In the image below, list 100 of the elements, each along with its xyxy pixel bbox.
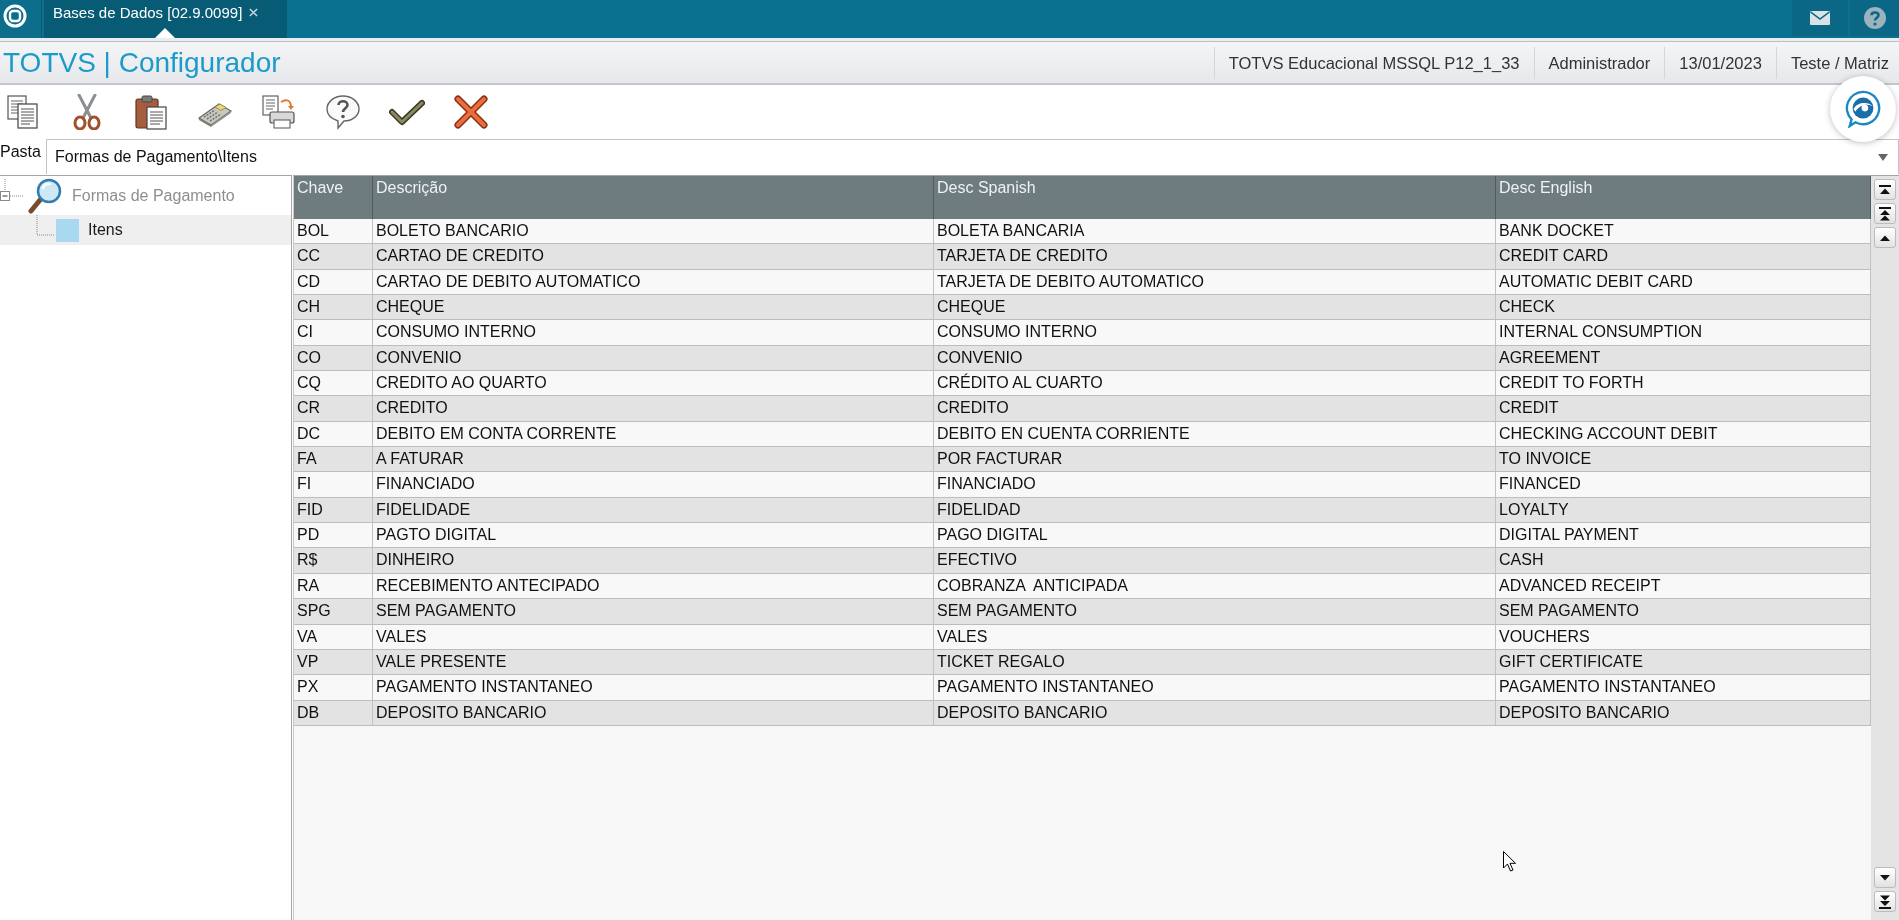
scroll-top-button[interactable] [1874, 179, 1896, 200]
table-cell: EFECTIVO [934, 548, 1496, 573]
vertical-scrollbar[interactable] [1871, 176, 1899, 920]
mail-button[interactable] [1792, 0, 1848, 36]
table-row[interactable]: DB DEPOSITO BANCARIO DEPOSITO BANCARIO DEPOSITO BANCARIO [294, 700, 1871, 726]
table-cell: FA [294, 447, 373, 472]
table-row[interactable]: FID FIDELIDADE FIDELIDAD LOYALTY [294, 497, 1871, 524]
table-cell: PD [294, 523, 373, 548]
table-cell: VP [294, 649, 373, 675]
table-cell: PAGO DIGITAL [934, 523, 1496, 548]
table-cell: POR FACTURAR [934, 447, 1496, 472]
down-arrow-icon [1879, 874, 1891, 881]
table-cell: FIDELIDAD [934, 497, 1496, 523]
tab[interactable]: Bases de Dados [02.9.0099] [44, 0, 287, 38]
table-cell: CONVENIO [373, 345, 934, 371]
table-cell: VALES [934, 624, 1496, 649]
print-button[interactable] [261, 94, 297, 130]
table-row[interactable]: CR CREDITO CREDITO CREDIT [294, 396, 1871, 422]
table-cell: CC [294, 244, 373, 269]
app-title: TOTVS | Configurador [2, 45, 281, 80]
table-cell: PAGAMENTO INSTANTANEO [373, 675, 934, 700]
folder-label: Pasta [0, 142, 42, 162]
table-row[interactable]: CH CHEQUE CHEQUE CHECK [294, 295, 1871, 321]
table-cell: CONSUMO INTERNO [934, 320, 1496, 345]
mail-icon [1810, 11, 1830, 25]
table-cell: FID [294, 497, 373, 523]
table-cell: CR [294, 396, 373, 421]
table-cell: VA [294, 624, 373, 649]
table-cell: CI [294, 320, 373, 345]
table-row[interactable]: CQ CREDITO AO QUARTO CRÉDITO AL CUARTO CREDIT TO FORTH [294, 371, 1871, 397]
cancel-button[interactable] [453, 94, 489, 130]
table-row[interactable]: BOL BOLETO BANCARIO BOLETA BANCARIA BANK DOCKET [294, 219, 1871, 245]
table-row[interactable]: FA A FATURAR POR FACTURAR TO INVOICE [294, 447, 1871, 473]
table-cell: CREDITO [934, 396, 1496, 421]
table-cell: TICKET REGALO [934, 649, 1496, 675]
session-info-text: TOTVS Educacional MSSQL P12_1_33 [1213, 46, 1534, 79]
table-row[interactable]: FI FINANCIADO FINANCIADO FINANCED [294, 472, 1871, 498]
close-icon[interactable] [249, 8, 259, 17]
tree-item[interactable]: Itens [0, 215, 291, 245]
help-icon [1863, 7, 1886, 29]
table-cell: DC [294, 421, 373, 447]
table-row[interactable]: PD PAGTO DIGITAL PAGO DIGITAL DIGITAL PAYMENT [294, 523, 1871, 549]
table-cell: CARTAO DE CREDITO [373, 244, 934, 269]
table-cell: PAGTO DIGITAL [373, 523, 934, 548]
table-row[interactable]: R$ DINHEIRO EFECTIVO CASH [294, 548, 1871, 574]
table-cell: TARJETA DE CREDITO [934, 244, 1496, 269]
clipboard-icon [133, 94, 169, 130]
table-cell: CREDITO [373, 396, 934, 421]
double-up-arrow-icon [1879, 206, 1891, 221]
folder-path-field[interactable]: Formas de Pagamento\Itens [46, 139, 1899, 174]
table-cell: TARJETA DE DEBITO AUTOMATICO [934, 269, 1496, 295]
table-cell: CQ [294, 371, 373, 396]
double-down-arrow-icon [1879, 894, 1891, 909]
magnifier-icon [27, 178, 63, 214]
chat-button[interactable] [1830, 76, 1896, 142]
table-cell: CREDITO AO QUARTO [373, 371, 934, 396]
table-cell: FINANCIADO [373, 472, 934, 497]
table-cell: RA [294, 573, 373, 599]
table-cell: VALES [373, 624, 934, 649]
table-row[interactable]: PX PAGAMENTO INSTANTANEO PAGAMENTO INSTANTANEO PAGAMENTO INSTANTANEO [294, 675, 1871, 701]
table-row[interactable]: SPG SEM PAGAMENTO SEM PAGAMENTO SEM PAGAMENTO [294, 599, 1871, 625]
table-cell: SEM PAGAMENTO [934, 599, 1496, 624]
page-up-button[interactable] [1874, 203, 1896, 224]
table-cell: SPG [294, 599, 373, 624]
session-info-text: Administrador [1533, 46, 1665, 79]
printer-icon [261, 94, 297, 130]
table-row[interactable]: CO CONVENIO CONVENIO AGREEMENT [294, 345, 1871, 372]
scroll-down-button[interactable] [1874, 867, 1896, 888]
table-cell: BOLETA BANCARIA [934, 219, 1496, 244]
table-row[interactable]: CD CARTAO DE DEBITO AUTOMATICO TARJETA DE DEBITO AUTOMATICO AUTOMATIC DEBIT CARD [294, 269, 1871, 296]
help-bubble-icon [325, 94, 361, 130]
table-row[interactable]: VA VALES VALES VOUCHERS [294, 624, 1871, 650]
table-cell: CO [294, 345, 373, 371]
help-button[interactable] [1850, 0, 1899, 36]
table-cell: CH [294, 295, 373, 320]
table-row[interactable]: RA RECEBIMENTO ANTECIPADO COBRANZA ANTICIPADA ADVANCED RECEIPT [294, 573, 1871, 600]
tab-pointer-icon [155, 28, 175, 38]
paste-button[interactable] [133, 94, 169, 130]
table-cell: CONSUMO INTERNO [373, 320, 934, 345]
session-info-text: 13/01/2023 [1664, 46, 1776, 79]
table-cell: CARTAO DE DEBITO AUTOMATICO [373, 269, 934, 295]
table-row[interactable]: DC DEBITO EM CONTA CORRENTE DEBITO EN CUENTA CORRIENTE CHECKING ACCOUNT DEBIT [294, 421, 1871, 448]
scroll-up-button[interactable] [1874, 227, 1896, 248]
table-cell: DEBITO EM CONTA CORRENTE [373, 421, 934, 447]
page-down-button[interactable] [1874, 891, 1896, 912]
table-row[interactable]: CC CARTAO DE CREDITO TARJETA DE CREDITO CREDIT CARD [294, 244, 1871, 270]
table-cell: DEPOSITO BANCARIO [934, 700, 1496, 725]
table-cell: A FATURAR [373, 447, 934, 472]
table-row[interactable]: CI CONSUMO INTERNO CONSUMO INTERNO INTERNAL CONSUMPTION [294, 320, 1871, 346]
dropdown-arrow-icon[interactable] [1878, 153, 1888, 161]
table-cell: R$ [294, 548, 373, 573]
copy-icon [5, 94, 41, 130]
table-cell: CHEQUE [373, 295, 934, 320]
copy-button[interactable] [5, 94, 41, 130]
table-row[interactable]: VP VALE PRESENTE TICKET REGALO GIFT CERTIFICATE [294, 649, 1871, 676]
folder-square-icon [56, 218, 79, 242]
help-toolbar-button[interactable] [325, 94, 361, 130]
table-cell: SEM PAGAMENTO [373, 599, 934, 624]
table-cell: DEBITO EN CUENTA CORRIENTE [934, 421, 1496, 447]
table-cell: CONVENIO [934, 345, 1496, 371]
